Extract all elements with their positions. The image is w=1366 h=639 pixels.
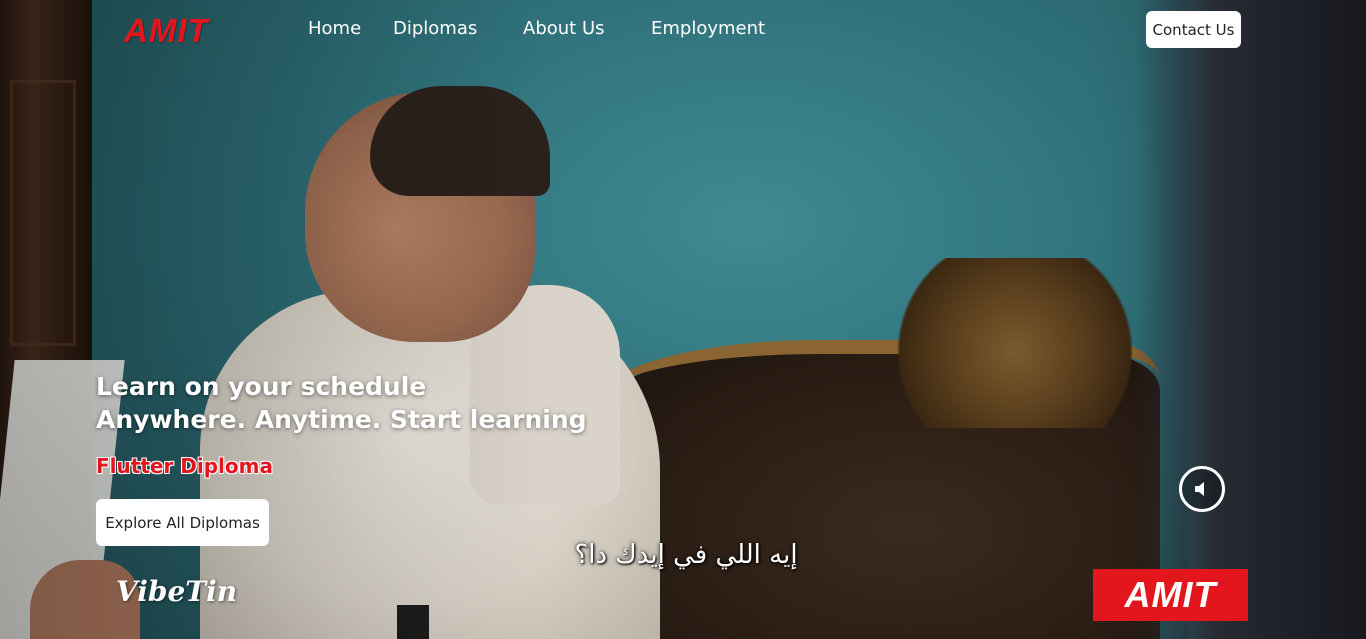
hero-headline: Learn on your schedule Anywhere. Anytime… [96, 370, 587, 436]
contact-us-button[interactable]: Contact Us [1146, 11, 1241, 48]
sound-toggle-button[interactable] [1179, 466, 1225, 512]
amit-logo[interactable]: AMIT [124, 12, 209, 50]
nav-link-employment[interactable]: Employment [651, 18, 765, 39]
headline-line-2: Anywhere. Anytime. Start learning [96, 405, 587, 434]
video-subtitle: إيه اللي في إيدك دا؟ [574, 540, 798, 570]
amit-watermark: AMIT [1093, 569, 1248, 621]
nav-link-home[interactable]: Home [308, 18, 361, 39]
nav-link-diplomas[interactable]: Diplomas [393, 18, 477, 39]
speaker-icon [1195, 482, 1204, 496]
vibetin-watermark: VibeTin [116, 575, 238, 608]
top-navbar: AMIT Home Diplomas About Us Employment C… [0, 0, 1366, 60]
headline-line-1: Learn on your schedule [96, 372, 427, 401]
diploma-title: Flutter Diploma [96, 454, 273, 478]
explore-diplomas-button[interactable]: Explore All Diplomas [96, 499, 269, 546]
nav-link-about-us[interactable]: About Us [523, 18, 605, 39]
